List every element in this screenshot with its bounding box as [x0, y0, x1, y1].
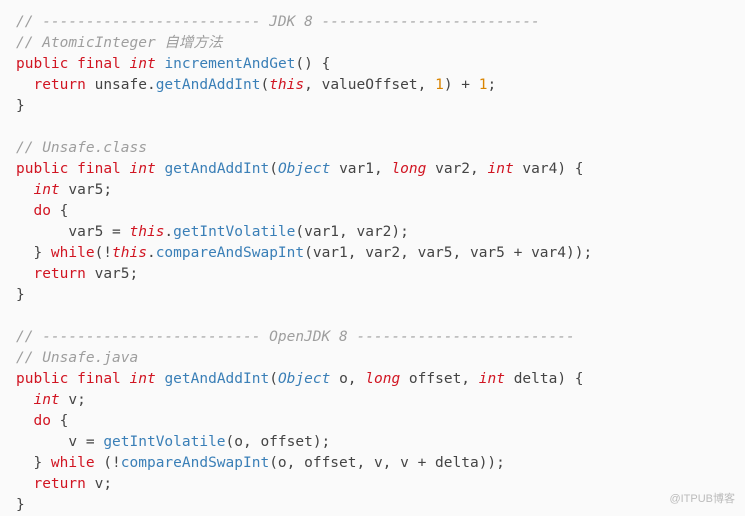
code-line: do {	[16, 203, 68, 219]
watermark: @ITPUB博客	[669, 492, 735, 508]
code-line: public final int getAndAddInt(Object var…	[16, 161, 584, 177]
code-line: return var5;	[16, 266, 138, 282]
comment-line: // AtomicInteger 自增方法	[16, 35, 222, 51]
code-line: } while (!compareAndSwapInt(o, offset, v…	[16, 455, 505, 471]
code-line: public final int incrementAndGet() {	[16, 56, 330, 72]
comment-line: // Unsafe.java	[16, 350, 138, 366]
code-line: }	[16, 287, 25, 303]
code-line: v = getIntVolatile(o, offset);	[16, 434, 330, 450]
code-line: }	[16, 497, 25, 513]
code-line: public final int getAndAddInt(Object o, …	[16, 371, 584, 387]
code-line: var5 = this.getIntVolatile(var1, var2);	[16, 224, 409, 240]
code-line: return v;	[16, 476, 112, 492]
code-line: } while(!this.compareAndSwapInt(var1, va…	[16, 245, 592, 261]
comment-line: // ------------------------- JDK 8 -----…	[16, 14, 540, 30]
code-line: do {	[16, 413, 68, 429]
code-line: int v;	[16, 392, 86, 408]
code-line: return unsafe.getAndAddInt(this, valueOf…	[16, 77, 496, 93]
code-block: // ------------------------- JDK 8 -----…	[16, 12, 729, 516]
comment-line: // Unsafe.class	[16, 140, 147, 156]
comment-line: // ------------------------- OpenJDK 8 -…	[16, 329, 575, 345]
code-line: }	[16, 98, 25, 114]
code-line: int var5;	[16, 182, 112, 198]
